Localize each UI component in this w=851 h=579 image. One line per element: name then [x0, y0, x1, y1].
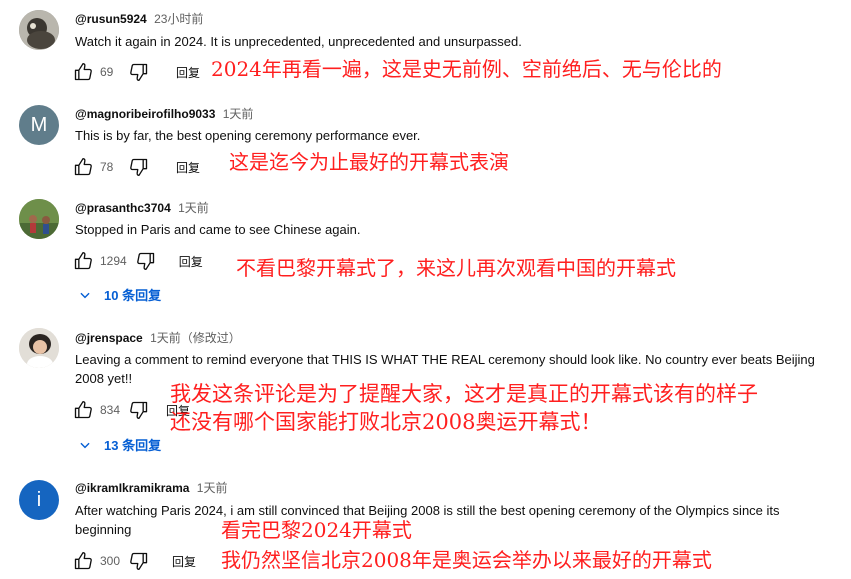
- like-button[interactable]: [72, 156, 94, 178]
- avatar[interactable]: i: [19, 480, 59, 520]
- comment-actions: 78 回复: [72, 155, 200, 179]
- comment-time[interactable]: 1天前: [223, 107, 254, 121]
- like-button[interactable]: [72, 250, 94, 272]
- annotation-line: 我发这条评论是为了提醒大家，这才是真正的开幕式该有的样子: [170, 382, 758, 406]
- chevron-down-icon: [80, 442, 90, 448]
- like-button[interactable]: [72, 399, 94, 421]
- comment-text: Stopped in Paris and came to see Chinese…: [75, 222, 361, 237]
- dislike-button[interactable]: [128, 61, 150, 83]
- avatar-photo-icon: [19, 199, 59, 239]
- comment-time[interactable]: 1天前: [178, 201, 209, 215]
- annotation-line: 2024年再看一遍，这是史无前例、空前绝后、无与伦比的: [211, 57, 722, 81]
- thumbs-down-icon: [130, 401, 148, 419]
- dislike-button[interactable]: [128, 156, 150, 178]
- comment-text: After watching Paris 2024, i am still co…: [75, 503, 780, 537]
- avatar[interactable]: [19, 328, 59, 368]
- like-count: 1294: [100, 254, 127, 268]
- avatar[interactable]: [19, 199, 59, 239]
- comment-time[interactable]: 23小时前: [154, 12, 203, 26]
- thumbs-down-icon: [130, 158, 148, 176]
- like-count: 69: [100, 65, 114, 79]
- like-count: 78: [100, 160, 114, 174]
- thumbs-up-icon: [74, 552, 92, 570]
- thumbs-up-icon: [74, 158, 92, 176]
- thumbs-up-icon: [74, 63, 92, 81]
- comment-actions: 300 回复: [72, 549, 196, 573]
- avatar-letter: i: [36, 488, 42, 511]
- avatar-photo-icon: [19, 328, 59, 368]
- view-replies-button[interactable]: 10 条回复: [78, 285, 161, 304]
- avatar-photo-icon: [19, 10, 59, 50]
- dislike-button[interactable]: [128, 550, 150, 572]
- replies-count: 10 条回复: [104, 288, 162, 303]
- annotation-line: 不看巴黎开幕式了，来这儿再次观看中国的开幕式: [236, 256, 676, 280]
- comment-actions: 69 回复: [72, 60, 200, 84]
- reply-button[interactable]: 回复: [176, 159, 200, 176]
- comment-author[interactable]: @ikramIkramikrama: [75, 481, 189, 495]
- dislike-button[interactable]: [128, 399, 150, 421]
- thumbs-down-icon: [130, 63, 148, 82]
- like-button[interactable]: [72, 61, 94, 83]
- thumbs-up-icon: [74, 401, 92, 419]
- avatar[interactable]: [19, 10, 59, 50]
- annotation-line: 我仍然坚信北京2008年是奥运会举办以来最好的开幕式: [221, 548, 712, 572]
- thumbs-down-icon: [130, 552, 148, 570]
- like-count: 300: [100, 554, 121, 568]
- annotation-line: 这是迄今为止最好的开幕式表演: [229, 150, 509, 174]
- comment-time[interactable]: 1天前（修改过）: [150, 331, 241, 345]
- comment-time[interactable]: 1天前: [197, 481, 228, 495]
- avatar[interactable]: M: [19, 105, 59, 145]
- thumbs-down-icon: [136, 252, 154, 270]
- like-count: 834: [100, 403, 121, 417]
- like-button[interactable]: [72, 550, 94, 572]
- annotation-line: 看完巴黎2024开幕式: [221, 518, 412, 542]
- comment-author[interactable]: @prasanthc3704: [75, 201, 171, 215]
- comment-text: This is by far, the best opening ceremon…: [75, 128, 421, 143]
- replies-count: 13 条回复: [104, 438, 162, 453]
- thumbs-up-icon: [74, 252, 92, 270]
- view-replies-button[interactable]: 13 条回复: [78, 435, 161, 454]
- reply-button[interactable]: 回复: [179, 253, 203, 270]
- reply-button[interactable]: 回复: [172, 553, 196, 570]
- comment-author[interactable]: @magnoribeirofilho9033: [75, 107, 215, 121]
- comment-text: Watch it again in 2024. It is unpreceden…: [75, 34, 522, 49]
- chevron-down-icon: [80, 292, 90, 298]
- avatar-letter: M: [30, 113, 48, 136]
- comment-author[interactable]: @rusun5924: [75, 12, 147, 26]
- annotation-line: 还没有哪个国家能打败北京2008奥运开幕式！: [170, 410, 602, 434]
- reply-button[interactable]: 回复: [176, 64, 200, 81]
- comment-actions: 1294 回复: [72, 249, 203, 273]
- comment-author[interactable]: @jrenspace: [75, 331, 143, 345]
- dislike-button[interactable]: [135, 250, 157, 272]
